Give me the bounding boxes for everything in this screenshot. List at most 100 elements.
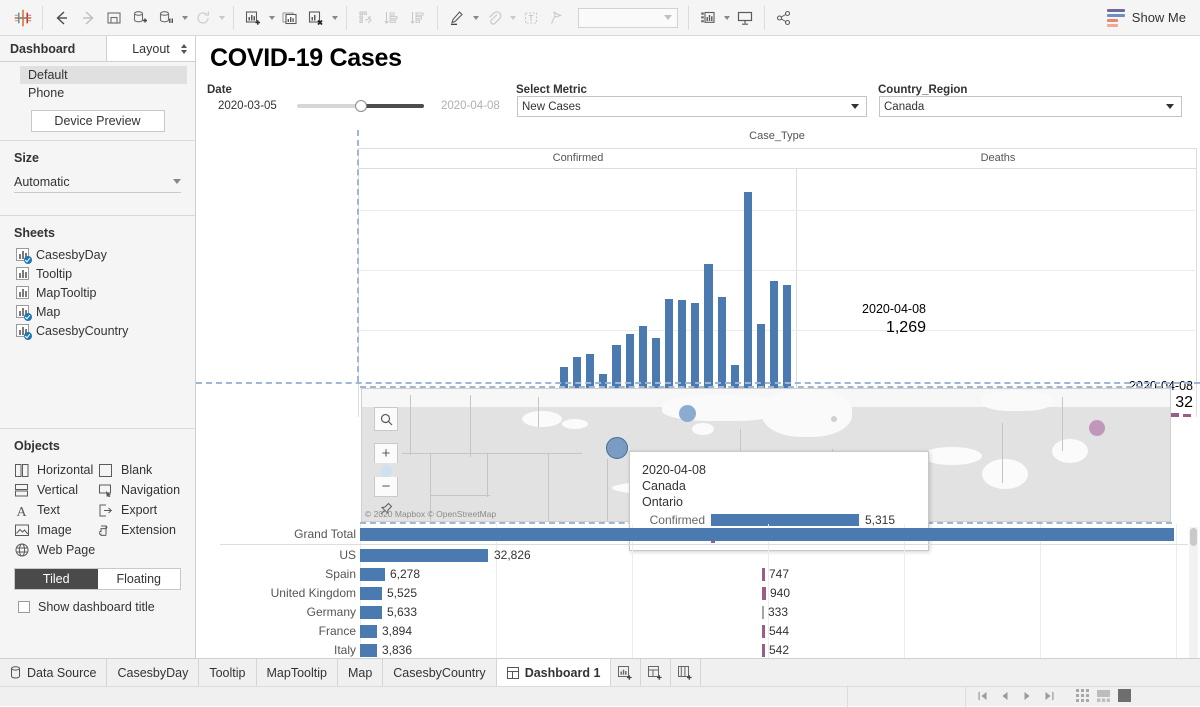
refresh-dropdown-caret-icon[interactable] <box>216 5 227 31</box>
filmstrip-view-icon[interactable] <box>1097 689 1110 705</box>
tab-map[interactable]: Map <box>338 659 383 686</box>
map-zoom-in-button[interactable]: + <box>374 443 398 463</box>
ontario-mark[interactable] <box>679 405 696 422</box>
pause-auto-updates-icon[interactable] <box>153 5 179 31</box>
sort-descending-icon[interactable] <box>405 5 431 31</box>
toolbar-separator <box>764 6 765 30</box>
show-dashboard-title-checkbox[interactable] <box>18 601 30 613</box>
tab-dashboard-1[interactable]: Dashboard 1 <box>497 659 612 686</box>
show-dashboard-title-row[interactable]: Show dashboard title <box>0 590 195 614</box>
quebec-mark[interactable] <box>606 437 628 459</box>
device-option-phone[interactable]: Phone <box>0 84 195 102</box>
sheet-item-maptooltip[interactable]: MapTooltip <box>0 283 195 302</box>
new-story-tab-icon[interactable] <box>671 659 701 686</box>
object-image[interactable]: Image <box>14 520 98 540</box>
sort-ascending-icon[interactable] <box>379 5 405 31</box>
map-border <box>1062 397 1063 451</box>
next-page-icon[interactable] <box>1022 690 1032 704</box>
clear-sheet-caret-icon[interactable] <box>329 5 340 31</box>
toolbar-separator <box>42 6 43 30</box>
bar[interactable] <box>1171 413 1178 417</box>
deaths-mark[interactable] <box>1089 420 1105 436</box>
table-row[interactable]: United Kingdom 5,525 940 <box>200 584 1198 603</box>
tableau-logo-icon[interactable] <box>10 5 36 31</box>
prev-page-icon[interactable] <box>1000 690 1010 704</box>
alberta-mark[interactable] <box>831 416 837 422</box>
table-row[interactable]: France 3,894 544 <box>200 622 1198 641</box>
object-vertical[interactable]: Vertical <box>14 480 98 500</box>
new-worksheet-caret-icon[interactable] <box>266 5 277 31</box>
duplicate-sheet-icon[interactable] <box>277 5 303 31</box>
last-page-icon[interactable] <box>1044 690 1054 704</box>
refresh-icon[interactable] <box>190 5 216 31</box>
tab-layout[interactable]: Layout <box>106 36 195 61</box>
table-row[interactable]: US 32,826 <box>200 546 1198 565</box>
tab-casesbycountry[interactable]: CasesbyCountry <box>383 659 496 686</box>
clear-sheet-icon[interactable] <box>303 5 329 31</box>
map-water <box>922 447 982 465</box>
bar[interactable] <box>1183 414 1190 417</box>
chevron-down-icon[interactable] <box>1163 97 1177 116</box>
swap-rows-columns-icon[interactable] <box>353 5 379 31</box>
object-text[interactable]: A Text <box>14 500 98 520</box>
save-icon[interactable] <box>101 5 127 31</box>
forward-icon[interactable] <box>75 5 101 31</box>
presentation-mode-icon[interactable] <box>732 5 758 31</box>
chevron-down-icon[interactable] <box>848 97 862 116</box>
object-navigation[interactable]: Navigation <box>98 480 182 500</box>
show-mark-labels-icon[interactable]: T <box>518 5 544 31</box>
object-export[interactable]: Export <box>98 500 182 520</box>
highlight-icon[interactable] <box>444 5 470 31</box>
new-dashboard-tab-icon[interactable] <box>641 659 671 686</box>
map-zoom-out-button[interactable]: − <box>374 477 398 497</box>
layout-mode-floating[interactable]: Floating <box>98 569 181 589</box>
map-search-icon[interactable] <box>374 407 398 431</box>
tab-tooltip[interactable]: Tooltip <box>199 659 256 686</box>
object-horizontal[interactable]: Horizontal <box>14 460 98 480</box>
back-icon[interactable] <box>49 5 75 31</box>
sheet-item-map[interactable]: Map <box>0 302 195 321</box>
tab-data-source[interactable]: Data Source <box>0 659 107 686</box>
grid-view-icon[interactable] <box>1076 689 1089 705</box>
fit-dropdown[interactable] <box>578 8 678 28</box>
tab-dashboard[interactable]: Dashboard <box>0 36 106 61</box>
pause-dropdown-caret-icon[interactable] <box>179 5 190 31</box>
new-worksheet-icon[interactable] <box>240 5 266 31</box>
size-select[interactable]: Automatic <box>14 171 181 193</box>
tab-maptooltip[interactable]: MapTooltip <box>257 659 338 686</box>
tab-casesbyday[interactable]: CasesbyDay <box>107 659 199 686</box>
panel-divider <box>796 168 797 417</box>
show-cards-caret-icon[interactable] <box>721 5 732 31</box>
device-preview-button[interactable]: Device Preview <box>31 110 165 132</box>
group-members-caret-icon[interactable] <box>507 5 518 31</box>
date-slider-handle[interactable] <box>355 100 367 112</box>
group-members-icon[interactable] <box>481 5 507 31</box>
map-zoom-slider-handle[interactable] <box>380 465 392 477</box>
first-page-icon[interactable] <box>978 690 988 704</box>
object-web-page[interactable]: Web Page <box>14 540 98 560</box>
sheet-item-tooltip[interactable]: Tooltip <box>0 264 195 283</box>
object-extension[interactable]: Extension <box>98 520 182 540</box>
sheet-item-casesbycountry[interactable]: CasesbyCountry <box>0 321 195 340</box>
layout-mode-tiled[interactable]: Tiled <box>15 569 98 589</box>
sheet-item-casesbyday[interactable]: CasesbyDay <box>0 245 195 264</box>
highlight-caret-icon[interactable] <box>470 5 481 31</box>
object-blank[interactable]: Blank <box>98 460 182 480</box>
scrollbar-thumb[interactable] <box>1190 528 1197 546</box>
new-data-source-icon[interactable] <box>127 5 153 31</box>
table-row[interactable]: Grand Total <box>200 525 1198 544</box>
metric-select[interactable]: New Cases <box>517 96 867 117</box>
show-cards-icon[interactable] <box>695 5 721 31</box>
table-row[interactable]: Germany 5,633 333 <box>200 603 1198 622</box>
new-worksheet-tab-icon[interactable] <box>611 659 641 686</box>
single-view-icon[interactable] <box>1118 689 1131 705</box>
vertical-scrollbar[interactable] <box>1189 527 1198 667</box>
share-icon[interactable] <box>771 5 797 31</box>
show-me-button[interactable]: Show Me <box>1107 9 1186 27</box>
country-select[interactable]: Canada <box>879 96 1182 117</box>
table-row[interactable]: Spain 6,278 747 <box>200 565 1198 584</box>
layout-spinner-icon[interactable] <box>181 44 187 54</box>
device-option-default[interactable]: Default <box>20 66 187 84</box>
fix-axes-icon[interactable] <box>544 5 570 31</box>
date-slider-fill <box>362 104 424 108</box>
